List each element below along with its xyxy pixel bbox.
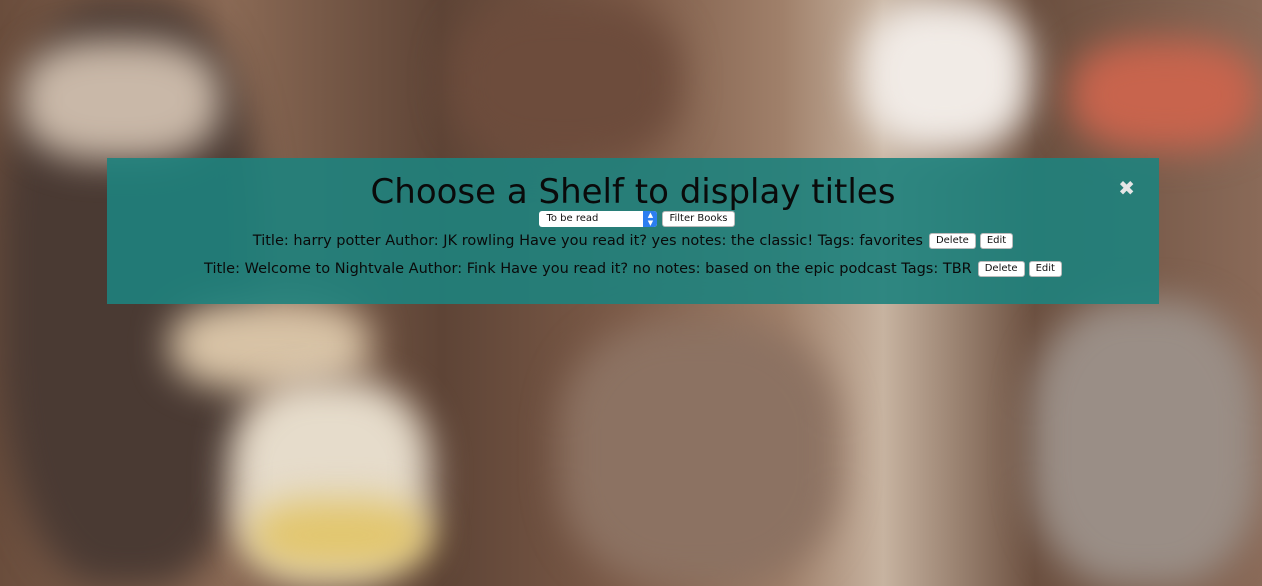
delete-button[interactable]: Delete xyxy=(928,233,976,249)
close-icon[interactable]: ✖ xyxy=(1118,178,1135,198)
shelf-modal: Choose a Shelf to display titles ✖ To be… xyxy=(107,158,1159,304)
chevron-up-down-icon: ▲ ▼ xyxy=(643,211,658,227)
edit-button[interactable]: Edit xyxy=(979,233,1014,249)
page-title: Choose a Shelf to display titles xyxy=(370,172,896,212)
book-entry-text: Title: Welcome to Nightvale Author: Fink… xyxy=(204,261,972,277)
list-item: Title: Welcome to Nightvale Author: Fink… xyxy=(107,261,1159,277)
shelf-select-value: To be read xyxy=(546,213,599,224)
list-item: Title: harry potter Author: JK rowling H… xyxy=(107,233,1159,249)
filter-row: To be read ▲ ▼ Filter Books xyxy=(107,210,1159,228)
filter-books-button[interactable]: Filter Books xyxy=(662,211,735,227)
delete-button[interactable]: Delete xyxy=(977,261,1025,277)
edit-button[interactable]: Edit xyxy=(1028,261,1062,277)
shelf-select[interactable]: To be read ▲ ▼ xyxy=(539,211,658,227)
book-entry-text: Title: harry potter Author: JK rowling H… xyxy=(252,233,923,249)
